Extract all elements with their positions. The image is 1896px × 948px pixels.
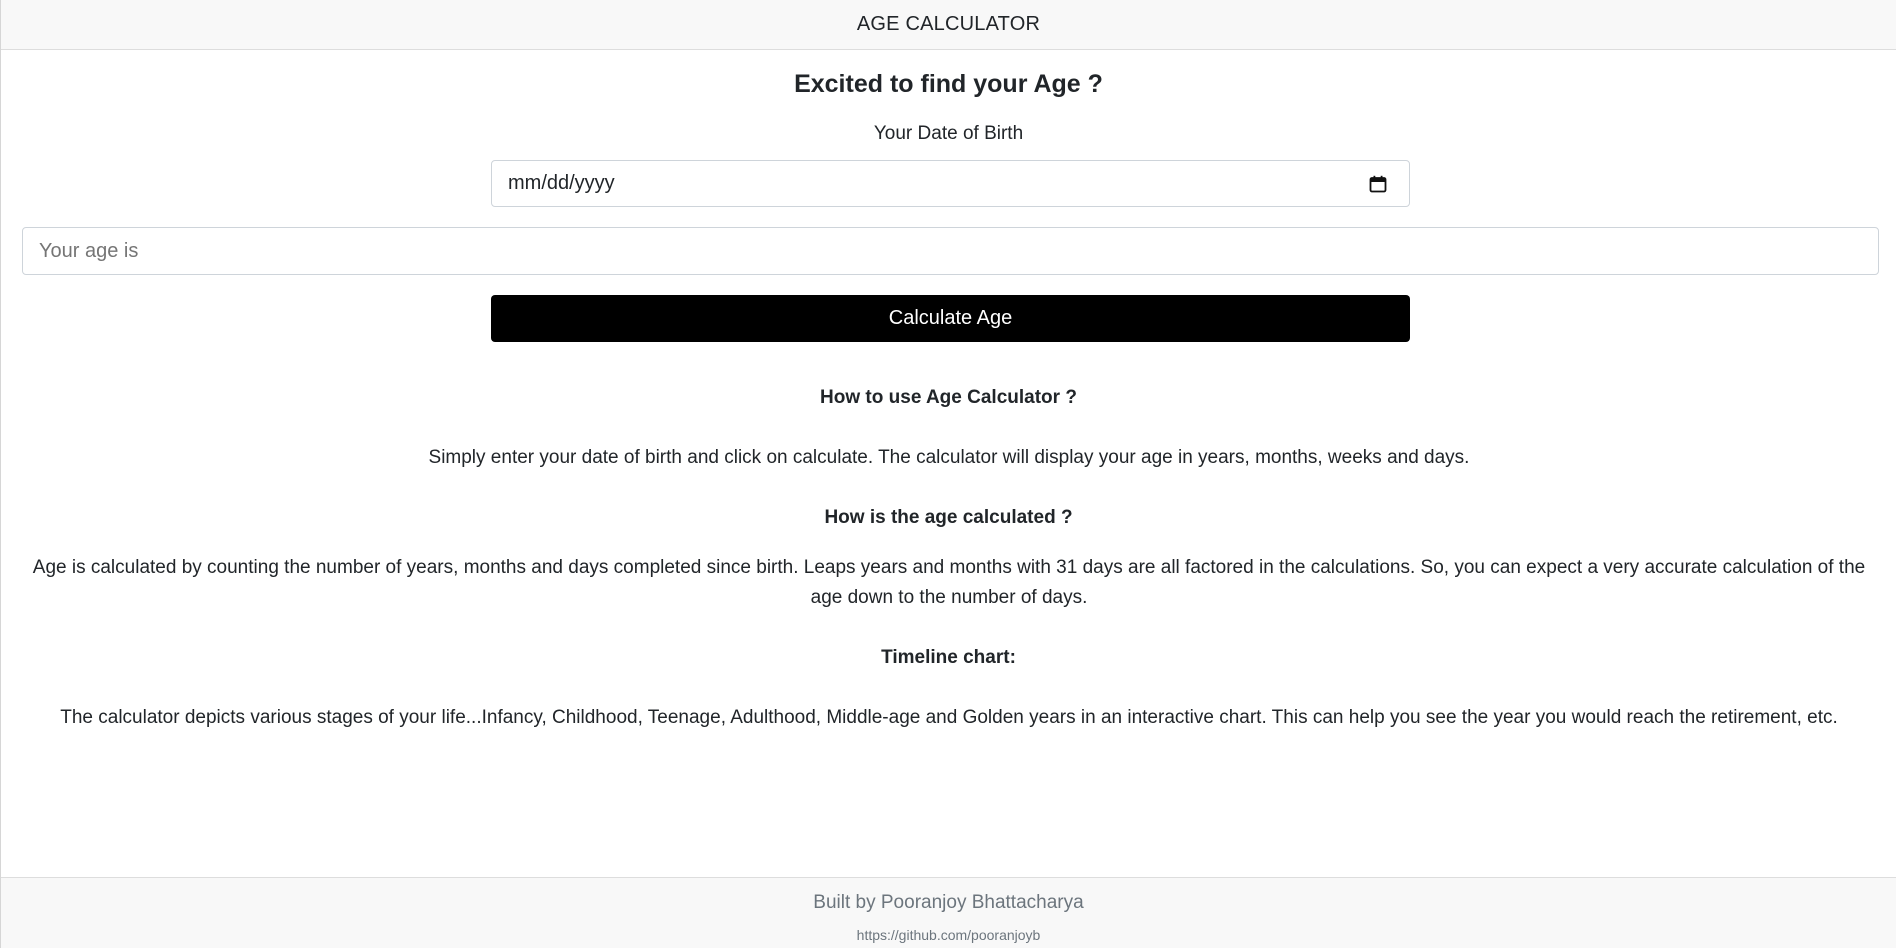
calendar-icon[interactable] bbox=[1369, 175, 1387, 193]
how-calculated-title: How is the age calculated ? bbox=[824, 507, 1073, 528]
age-result-field[interactable] bbox=[22, 227, 1879, 275]
how-to-use-text: Simply enter your date of birth and clic… bbox=[428, 447, 1470, 468]
calculate-age-button[interactable]: Calculate Age bbox=[491, 295, 1410, 342]
footer-github-link[interactable]: https://github.com/pooranjoyb bbox=[1, 927, 1896, 943]
timeline-chart-title: Timeline chart: bbox=[881, 647, 1016, 668]
how-to-use-title: How to use Age Calculator ? bbox=[820, 387, 1077, 408]
footer-credit: Built by Pooranjoy Bhattacharya bbox=[813, 892, 1084, 913]
footer: Built by Pooranjoy Bhattacharya https://… bbox=[1, 877, 1896, 948]
dob-label: Your Date of Birth bbox=[873, 123, 1024, 144]
navbar-title[interactable]: AGE CALCULATOR bbox=[857, 13, 1040, 36]
date-of-birth-input[interactable]: mm/dd/yyyy bbox=[491, 160, 1410, 207]
navbar: AGE CALCULATOR bbox=[1, 0, 1896, 50]
how-calculated-text: Age is calculated by counting the number… bbox=[32, 557, 1866, 608]
page: AGE CALCULATOR Excited to find your Age … bbox=[0, 0, 1896, 948]
timeline-chart-text: The calculator depicts various stages of… bbox=[60, 707, 1838, 728]
page-heading: Excited to find your Age ? bbox=[794, 70, 1103, 98]
date-placeholder: mm/dd/yyyy bbox=[508, 172, 615, 194]
